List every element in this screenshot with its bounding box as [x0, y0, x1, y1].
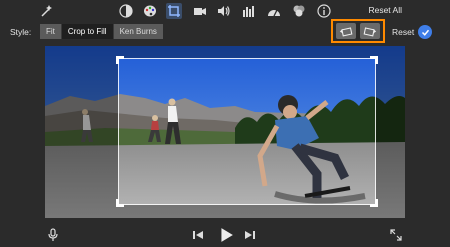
crop-handle-top-left[interactable] [116, 56, 124, 64]
checkmark-icon [421, 29, 429, 36]
skip-forward-icon[interactable] [243, 228, 257, 242]
magic-wand-icon[interactable] [38, 3, 54, 19]
play-icon[interactable] [217, 226, 235, 244]
rotate-counterclockwise-icon [339, 26, 353, 36]
style-fit-button[interactable]: Fit [40, 24, 62, 39]
crop-handle-bottom-right[interactable] [370, 199, 378, 207]
rotate-right-button[interactable] [360, 23, 380, 39]
rotate-left-button[interactable] [336, 23, 356, 39]
speedometer-icon[interactable] [266, 3, 282, 19]
color-balance-icon[interactable] [118, 3, 134, 19]
style-ken-burns-button[interactable]: Ken Burns [113, 24, 163, 39]
info-icon[interactable] [316, 3, 332, 19]
style-segmented-control: Fit Crop to Fill Ken Burns [40, 24, 163, 39]
rotate-clockwise-icon [363, 26, 377, 36]
color-palette-icon[interactable] [142, 3, 158, 19]
style-label: Style: [10, 27, 32, 37]
crop-frame[interactable] [116, 56, 378, 207]
reset-button[interactable]: Reset [392, 27, 414, 37]
camera-stabilization-icon[interactable] [192, 3, 208, 19]
rotate-buttons-highlight [331, 19, 385, 43]
crop-mask-bottom [118, 205, 376, 218]
apply-checkmark-button[interactable] [418, 25, 432, 39]
crop-mask-left [45, 46, 118, 218]
reset-all-button[interactable]: Reset All [368, 5, 402, 15]
skip-back-icon[interactable] [191, 228, 205, 242]
microphone-icon[interactable] [46, 228, 60, 242]
volume-icon[interactable] [216, 3, 232, 19]
style-crop-to-fill-button[interactable]: Crop to Fill [61, 24, 114, 39]
crop-mask-top [118, 46, 376, 58]
crop-handle-top-right[interactable] [370, 56, 378, 64]
video-viewer[interactable] [45, 46, 405, 218]
equalizer-icon[interactable] [241, 3, 257, 19]
playback-controls [0, 222, 450, 247]
crop-mask-right [376, 46, 405, 218]
crop-handle-bottom-left[interactable] [116, 199, 124, 207]
clip-filter-icon[interactable] [291, 3, 307, 19]
crop-icon[interactable] [166, 3, 182, 19]
fullscreen-icon[interactable] [389, 228, 403, 242]
